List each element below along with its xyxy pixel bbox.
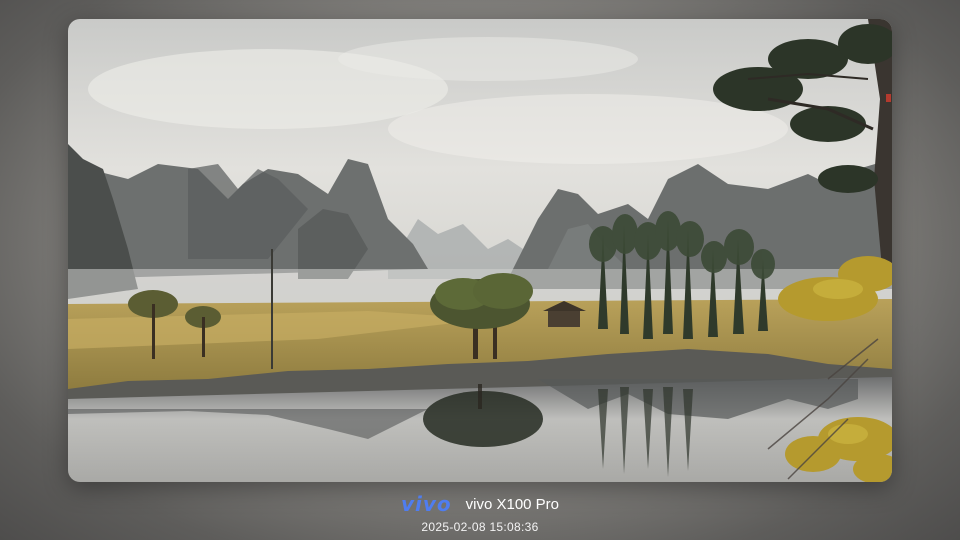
vivo-logo: vivo	[400, 492, 452, 516]
brand-row: vivo vivo X100 Pro	[0, 492, 960, 516]
landscape-photo	[68, 19, 892, 482]
capture-timestamp: 2025-02-08 15:08:36	[421, 520, 539, 534]
device-name: vivo X100 Pro	[465, 495, 560, 513]
watermark-caption: vivo vivo X100 Pro 2025-02-08 15:08:36	[0, 492, 960, 534]
photo-frame	[68, 19, 892, 482]
